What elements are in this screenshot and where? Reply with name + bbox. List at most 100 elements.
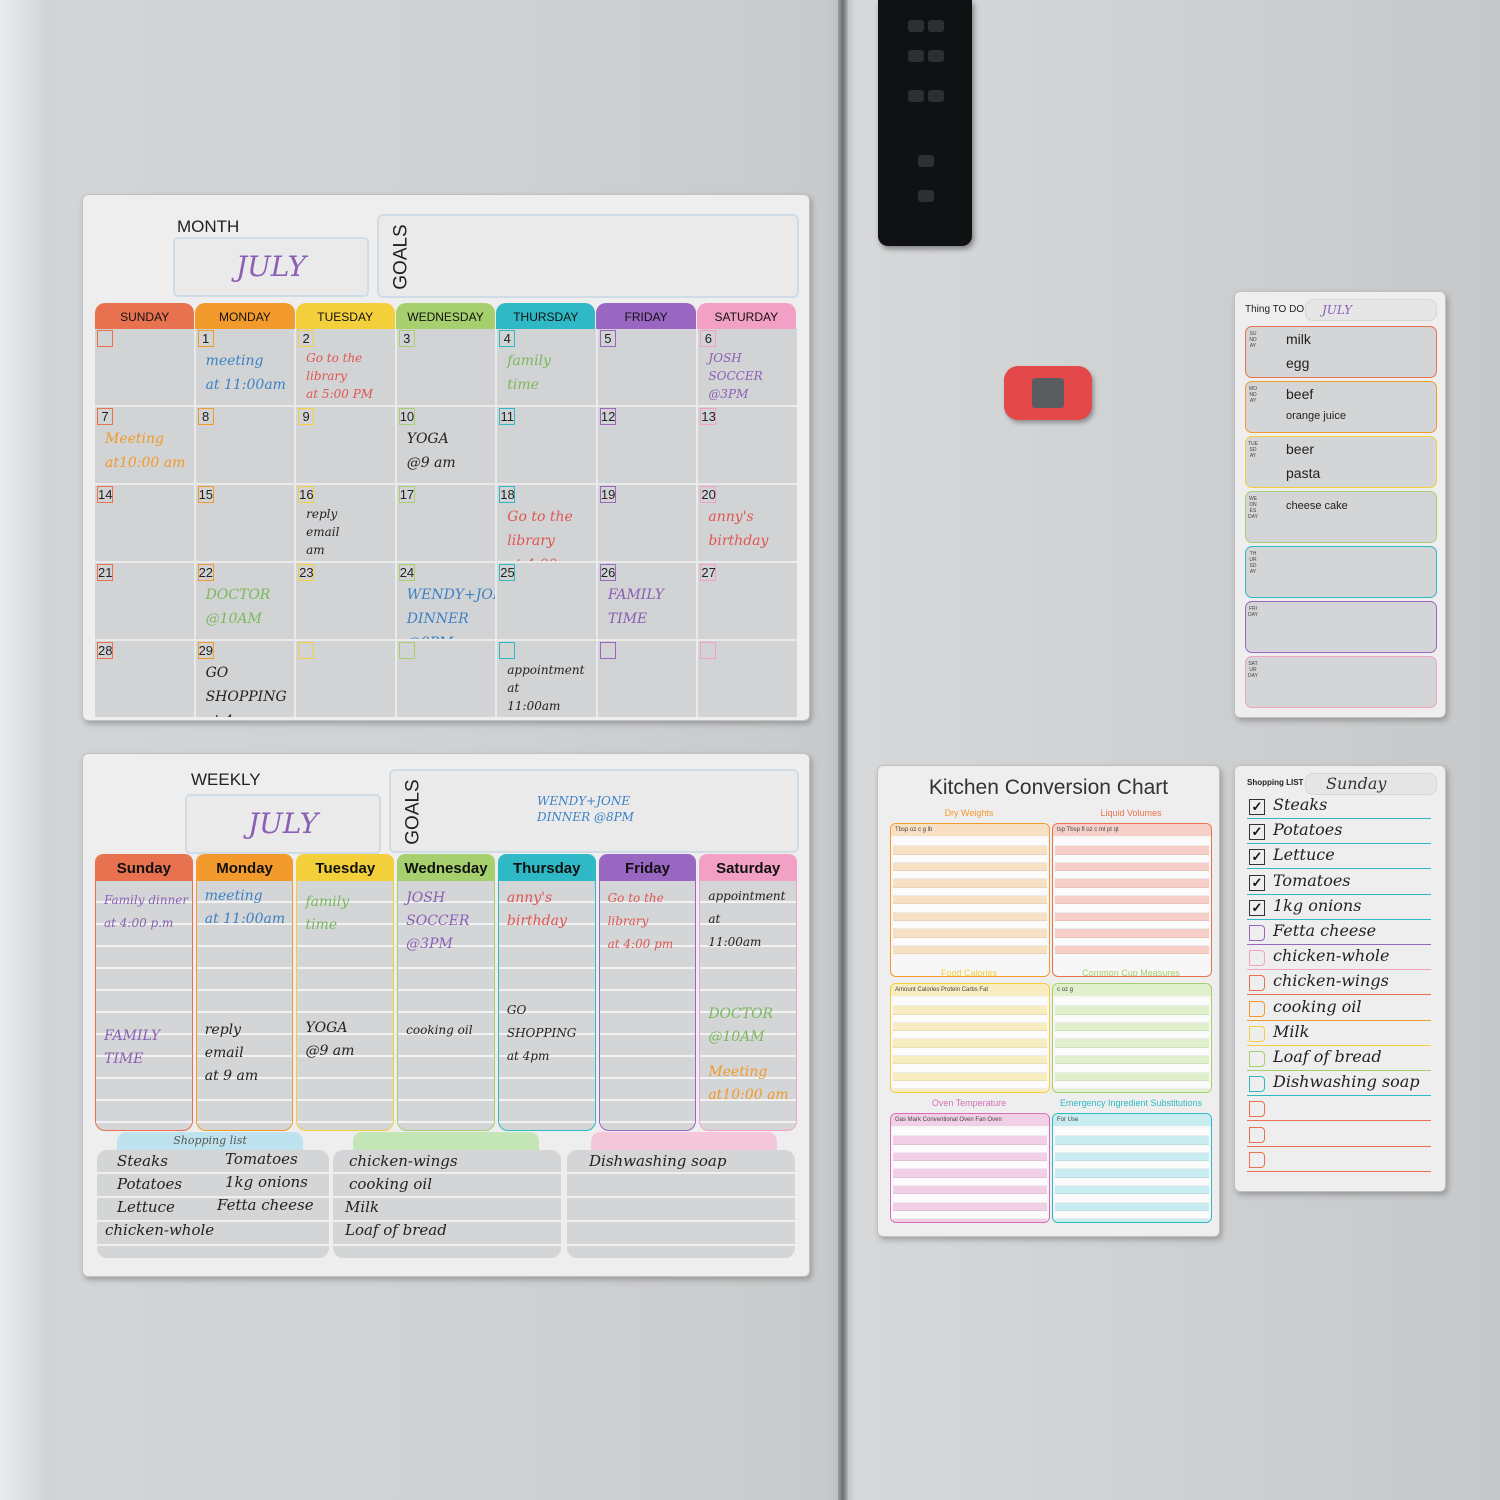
month-cell[interactable]: 4 family time [497, 329, 596, 405]
month-cell[interactable]: 29 GO SHOPPING at 4pm [195, 641, 295, 717]
conversion-table-header: Tbsp oz c g lb [891, 824, 1049, 836]
checkbox-icon[interactable] [1249, 1126, 1265, 1143]
checkbox-icon[interactable] [1249, 1025, 1265, 1042]
shopping-row[interactable]: ✓ Potatoes [1247, 819, 1431, 845]
checkbox-icon[interactable] [1249, 925, 1265, 941]
todo-day-sunday[interactable]: SUNDAY milk egg [1245, 326, 1437, 378]
weekly-column-sunday[interactable]: Sunday Family dinner at 4:00 p.m FAMILY TIME [95, 854, 193, 1131]
checkbox-icon[interactable] [1249, 1101, 1265, 1118]
checked-box-icon[interactable]: ✓ [1249, 899, 1265, 916]
month-cell[interactable]: 3 [396, 329, 496, 405]
month-cell[interactable]: 15 [195, 485, 295, 561]
month-cell[interactable]: 23 [296, 563, 395, 639]
shopping-row[interactable]: ✓ Steaks [1247, 794, 1431, 819]
shopping-row[interactable]: Dishwashing soap [1247, 1071, 1431, 1097]
month-cell[interactable] [396, 641, 496, 717]
weekly-note-line: meeting [204, 888, 263, 904]
month-cell[interactable]: 28 [95, 641, 194, 717]
checkbox-icon[interactable] [1249, 1076, 1265, 1093]
check-mark-icon: ✓ [1251, 899, 1263, 915]
weekly-shopping-item: Fetta cheese [217, 1196, 314, 1214]
month-cell[interactable]: 5 [597, 329, 697, 405]
shopping-row[interactable] [1247, 1122, 1431, 1147]
todo-day-friday[interactable]: FRIDAY [1245, 601, 1437, 653]
month-cell[interactable]: 24 WENDY+JONE DINNER @8PM [396, 563, 496, 639]
month-cell-date: 1 [197, 330, 214, 347]
month-cell[interactable] [698, 641, 797, 717]
check-mark-icon: ✓ [1251, 849, 1263, 865]
weekly-column-tuesday[interactable]: Tuesday family time YOGA @9 am [296, 854, 395, 1131]
conversion-table-row [1055, 1056, 1209, 1065]
shopping-row[interactable]: cooking oil [1247, 996, 1431, 1021]
month-cell[interactable]: 26 FAMILY TIME [597, 563, 697, 639]
shopping-item: chicken-wings [1273, 971, 1389, 991]
month-box[interactable]: JULY [173, 237, 369, 297]
conversion-table-header: c oz g [1053, 984, 1211, 996]
weekly-month-box[interactable]: JULY [185, 794, 381, 854]
todo-day-saturday[interactable]: SATURDAY [1245, 656, 1437, 708]
weekly-column-monday[interactable]: Monday meeting at 11:00am reply email at 9 am [195, 854, 294, 1131]
month-cell[interactable] [95, 329, 194, 405]
month-cell[interactable]: 11 [497, 407, 596, 483]
todo-day-wednesday[interactable]: WEDNESDAY cheese cake [1245, 491, 1437, 543]
month-cell[interactable]: 13 [698, 407, 797, 483]
month-cell[interactable]: 25 [497, 563, 596, 639]
month-cell[interactable]: 27 [698, 563, 797, 639]
shopping-row[interactable]: Loaf of bread [1247, 1046, 1431, 1071]
month-note-line: DOCTOR [205, 587, 271, 603]
checkbox-icon[interactable] [1249, 975, 1265, 992]
month-cell[interactable]: 12 [597, 407, 697, 483]
conversion-table-row [1055, 1210, 1209, 1220]
month-cell[interactable]: 22 DOCTOR @10AM [195, 563, 295, 639]
todo-month-box[interactable]: JULY [1305, 299, 1437, 321]
month-cell[interactable]: 10 YOGA @9 am [396, 407, 496, 483]
shopping-row[interactable]: ✓ Lettuce [1247, 844, 1431, 870]
month-cell[interactable]: 8 [195, 407, 295, 483]
checked-box-icon[interactable]: ✓ [1249, 799, 1265, 815]
shopping-row[interactable]: ✓ Tomatoes [1247, 870, 1431, 895]
shopping-row[interactable]: ✓ 1kg onions [1247, 895, 1431, 920]
month-cell[interactable]: 9 [296, 407, 395, 483]
weekly-note-line: email [204, 1045, 244, 1061]
checkbox-icon[interactable] [1249, 1000, 1265, 1017]
shopping-row[interactable]: chicken-whole [1247, 945, 1431, 971]
todo-day-tuesday[interactable]: TUESDAY beer pasta [1245, 436, 1437, 488]
weekly-shopping-box-2[interactable]: chicken-wings cooking oil Milk Loaf of brea… [333, 1150, 561, 1258]
checkbox-icon[interactable] [1249, 1051, 1265, 1067]
month-cell[interactable]: 20 anny's birthday [698, 485, 797, 561]
month-cell[interactable]: 21 [95, 563, 194, 639]
checked-box-icon[interactable]: ✓ [1249, 849, 1265, 866]
weekly-shopping-box-3[interactable]: Dishwashing soap [567, 1150, 795, 1258]
todo-day-thursday[interactable]: THURSDAY [1245, 546, 1437, 598]
todo-day-monday[interactable]: MONDAY beef orange juice [1245, 381, 1437, 433]
month-cell[interactable] [296, 641, 395, 717]
weekly-column-saturday[interactable]: Saturday appointment at 11:00am DOCTOR @10AM M… [699, 854, 798, 1131]
shopping-row[interactable]: chicken-wings [1247, 970, 1431, 996]
month-cell[interactable]: 7 Meeting at10:00 am [95, 407, 194, 483]
month-cell[interactable]: 16 reply email am [296, 485, 395, 561]
weekly-shopping-box-1[interactable]: Steaks Tomatoes Potatoes 1kg onions Lettuce F… [97, 1150, 329, 1258]
month-cell[interactable]: 6 JOSH SOCCER @3PM [698, 329, 797, 405]
shopping-row[interactable]: Milk [1247, 1021, 1431, 1046]
checkbox-icon[interactable] [1249, 1151, 1265, 1168]
month-cell[interactable]: 2 Go to the library at 5:00 PM [296, 329, 395, 405]
checked-box-icon[interactable]: ✓ [1249, 824, 1265, 841]
month-cell[interactable] [597, 641, 697, 717]
weekly-column-wednesday[interactable]: Wednesday JOSH SOCCER @3PM cooking oil [397, 854, 495, 1131]
shopping-row[interactable]: Fetta cheese [1247, 920, 1431, 945]
weekly-column-friday[interactable]: Friday Go to the library at 4:00 pm [598, 854, 697, 1131]
month-cell[interactable]: 18 Go to the library at 4:00 pm [497, 485, 596, 561]
month-cell[interactable]: appointment at 11:00am [497, 641, 596, 717]
weekly-goals-box[interactable]: GOALS WENDY+JONE DINNER @8PM [389, 769, 799, 853]
shopping-day-box[interactable]: Sunday [1305, 773, 1437, 795]
month-cell[interactable]: 19 [597, 485, 697, 561]
checked-box-icon[interactable]: ✓ [1249, 874, 1265, 891]
month-cell[interactable]: 1 meeting at 11:00am [195, 329, 295, 405]
weekly-column-thursday[interactable]: Thursday anny's birthday GO SHOPPING at 4pm [497, 854, 596, 1131]
month-cell[interactable]: 17 [396, 485, 496, 561]
month-cell[interactable]: 14 [95, 485, 194, 561]
shopping-row[interactable] [1247, 1147, 1431, 1172]
checkbox-icon[interactable] [1249, 950, 1265, 967]
goals-box[interactable]: GOALS [377, 214, 799, 298]
shopping-row[interactable] [1247, 1096, 1431, 1122]
